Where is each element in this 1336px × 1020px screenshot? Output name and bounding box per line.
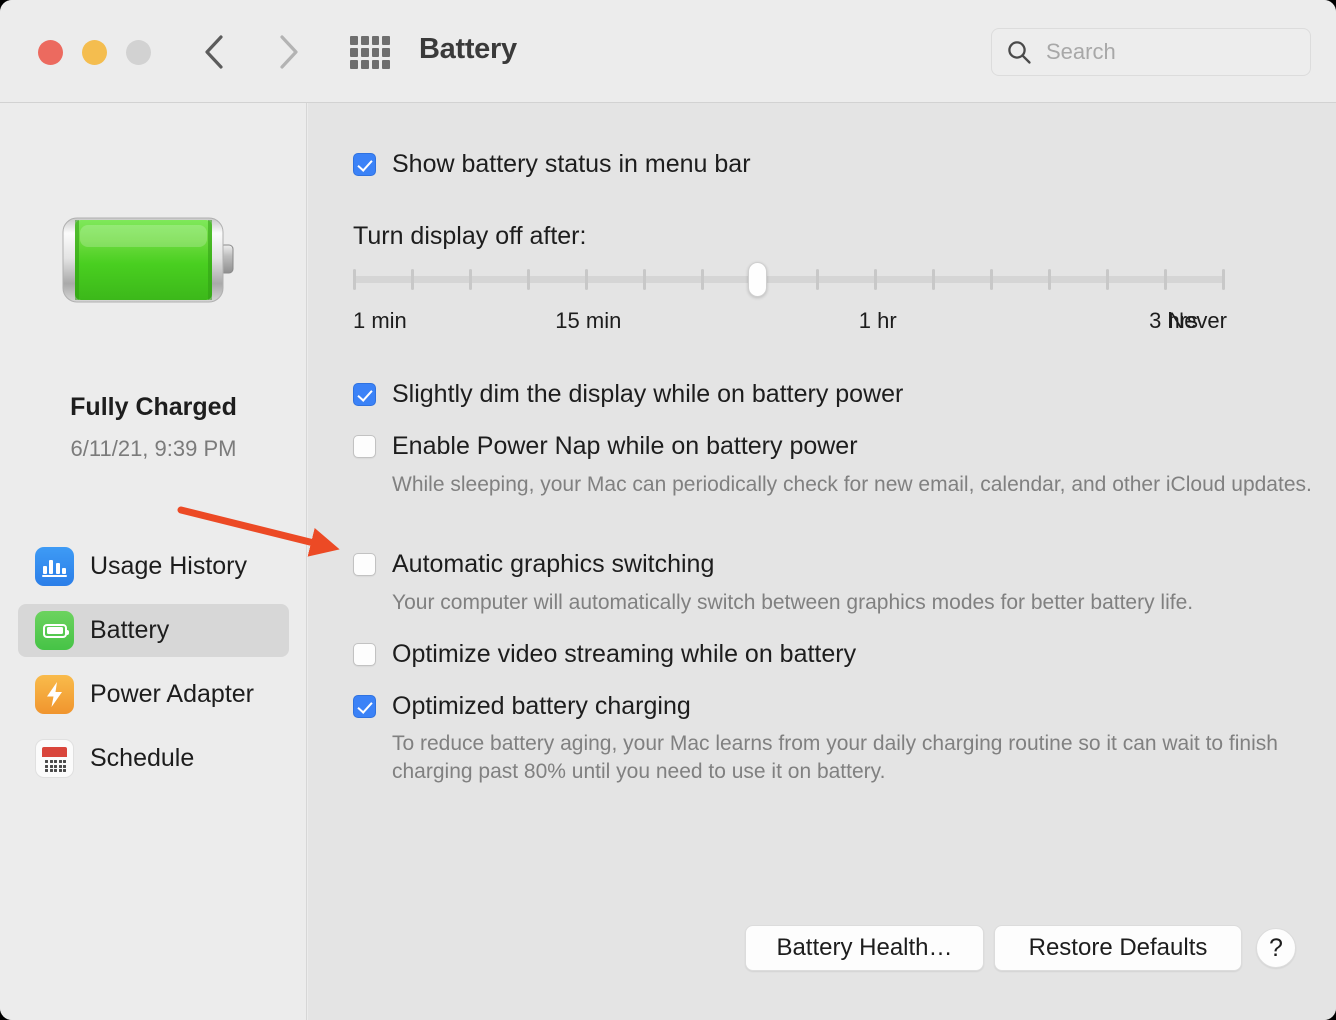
slider-tick: [410, 269, 414, 290]
slider-tick-label: Never: [1168, 308, 1227, 333]
checkbox-show-battery-status[interactable]: [353, 153, 376, 176]
checkbox-row-show-battery-status[interactable]: Show battery status in menu bar: [353, 150, 751, 179]
battery-icon: [35, 611, 74, 650]
slider-tick: [1164, 269, 1168, 290]
panel-button-bar: Battery Health… Restore Defaults ?: [308, 925, 1336, 985]
grid-cell: [382, 60, 390, 69]
checkbox-optimize-video-streaming[interactable]: [353, 643, 376, 666]
sidebar-item-label: Power Adapter: [90, 680, 254, 708]
turn-display-off-label: Turn display off after:: [353, 222, 587, 250]
slider-tick: [1048, 269, 1052, 290]
grid-cell: [371, 60, 380, 69]
description-power-nap: While sleeping, your Mac can periodicall…: [392, 473, 1312, 496]
checkbox-power-nap[interactable]: [353, 435, 376, 458]
bar-chart-icon: [35, 547, 74, 586]
grid-cell: [382, 36, 390, 45]
traffic-light-controls: [38, 40, 151, 65]
minimize-button[interactable]: [82, 40, 107, 65]
checkbox-label: Show battery status in menu bar: [392, 150, 751, 178]
slider-tick: [990, 269, 994, 290]
grid-cell: [360, 48, 369, 57]
sidebar-item-battery[interactable]: Battery: [18, 604, 289, 657]
battery-settings-panel: Show battery status in menu bar Turn dis…: [308, 103, 1336, 1020]
checkbox-row-optimized-battery-charging[interactable]: Optimized battery charging: [353, 692, 691, 721]
battery-status-timestamp: 6/11/21, 9:39 PM: [70, 436, 237, 461]
show-all-button[interactable]: [350, 36, 390, 69]
checkbox-label: Optimized battery charging: [392, 692, 691, 720]
grid-cell: [350, 60, 358, 69]
grid-cell: [360, 60, 369, 69]
sidebar-item-label: Battery: [90, 616, 170, 644]
forward-button[interactable]: [267, 28, 309, 76]
checkbox-automatic-graphics-switching[interactable]: [353, 553, 376, 576]
slider-tick: [874, 269, 878, 290]
slider-tick-label: 1 min: [353, 308, 407, 333]
grid-cell: [350, 48, 358, 57]
checkbox-row-slightly-dim[interactable]: Slightly dim the display while on batter…: [353, 380, 903, 409]
slider-tick: [526, 269, 530, 290]
sidebar-nav-list: Usage History Battery Power Adapter Sche…: [18, 540, 289, 796]
description-optimized-battery-charging: To reduce battery aging, your Mac learns…: [392, 732, 1278, 783]
back-button[interactable]: [193, 28, 235, 76]
page-title: Battery: [419, 33, 517, 65]
display-off-slider[interactable]: [353, 262, 1225, 307]
calendar-icon: [35, 739, 74, 778]
slider-tick-label: 15 min: [555, 308, 622, 333]
search-icon: [1006, 39, 1033, 66]
close-button[interactable]: [38, 40, 63, 65]
checkbox-row-power-nap[interactable]: Enable Power Nap while on battery power: [353, 432, 858, 461]
grid-cell: [350, 36, 358, 45]
help-button[interactable]: ?: [1256, 928, 1296, 968]
slider-tick: [468, 269, 472, 290]
slider-thumb[interactable]: [748, 262, 768, 297]
slider-tick: [584, 269, 588, 290]
restore-defaults-button[interactable]: Restore Defaults: [994, 925, 1242, 971]
battery-full-icon: [60, 209, 250, 312]
grid-cell: [360, 36, 369, 45]
slider-track[interactable]: [353, 276, 1225, 283]
chevron-left-icon: [205, 35, 223, 69]
sidebar-item-power-adapter[interactable]: Power Adapter: [18, 668, 289, 721]
sidebar-item-usage-history[interactable]: Usage History: [18, 540, 289, 593]
sidebar-item-schedule[interactable]: Schedule: [18, 732, 289, 785]
chevron-right-icon: [280, 35, 298, 69]
checkbox-row-optimize-video-streaming[interactable]: Optimize video streaming while on batter…: [353, 640, 856, 669]
slider-tick: [1106, 269, 1110, 290]
bolt-icon: [35, 675, 74, 714]
search-field[interactable]: [991, 28, 1311, 76]
slider-tick: [932, 269, 936, 290]
slider-tick: [816, 269, 820, 290]
checkbox-slightly-dim[interactable]: [353, 383, 376, 406]
sidebar-item-label: Schedule: [90, 744, 195, 772]
battery-status-title: Fully Charged: [70, 393, 237, 421]
grid-cell: [382, 48, 390, 57]
zoom-button[interactable]: [126, 40, 151, 65]
battery-health-button[interactable]: Battery Health…: [745, 925, 984, 971]
sidebar: Fully Charged 6/11/21, 9:39 PM Usage His…: [0, 103, 307, 1020]
slider-tick-labels: 1 min 15 min 1 hr 3 hrs Never: [353, 308, 1253, 338]
checkbox-label: Enable Power Nap while on battery power: [392, 432, 858, 460]
description-automatic-graphics-switching: Your computer will automatically switch …: [392, 591, 1194, 614]
sidebar-item-label: Usage History: [90, 552, 247, 580]
checkbox-label: Slightly dim the display while on batter…: [392, 380, 904, 408]
checkbox-optimized-battery-charging[interactable]: [353, 695, 376, 718]
grid-cell: [371, 36, 380, 45]
slider-tick: [642, 269, 646, 290]
checkbox-label: Optimize video streaming while on batter…: [392, 640, 857, 668]
slider-tick-label: 1 hr: [858, 308, 897, 333]
slider-tick: [700, 269, 704, 290]
system-preferences-window: Battery Search Fully Charged 6/11/21, 9:…: [0, 0, 1336, 1020]
checkbox-row-automatic-graphics-switching[interactable]: Automatic graphics switching: [353, 550, 714, 579]
slider-tick: [353, 269, 356, 290]
checkbox-label: Automatic graphics switching: [392, 550, 715, 578]
grid-cell: [371, 48, 380, 57]
window-toolbar: Battery: [0, 0, 1336, 103]
slider-tick: [1222, 269, 1225, 290]
search-input[interactable]: [1044, 38, 1278, 66]
